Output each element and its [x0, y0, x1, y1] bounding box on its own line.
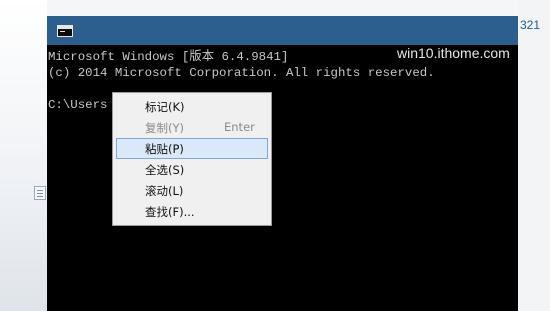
- console-line: Microsoft Windows [版本 6.4.9841]: [48, 50, 289, 64]
- menu-item-find[interactable]: 查找(F)...: [116, 201, 268, 222]
- desktop-background-left: [0, 0, 47, 311]
- menu-item-mark[interactable]: 标记(K): [116, 96, 268, 117]
- window-titlebar[interactable]: [47, 16, 518, 45]
- watermark: win10.ithome.com: [397, 45, 510, 61]
- file-icon[interactable]: [34, 186, 46, 200]
- menu-item-paste[interactable]: 粘贴(P): [116, 138, 268, 159]
- menu-item-label: 全选(S): [145, 163, 185, 177]
- menu-item-select-all[interactable]: 全选(S): [116, 159, 268, 180]
- console-prompt-line: C:\Users: [48, 98, 108, 112]
- partial-window-text: 321: [520, 18, 541, 32]
- context-menu[interactable]: 标记(K) 复制(Y) Enter 粘贴(P) 全选(S) 滚动(L) 查找(F…: [112, 92, 272, 226]
- menu-item-scroll[interactable]: 滚动(L): [116, 180, 268, 201]
- console-app-icon[interactable]: [57, 25, 73, 37]
- menu-item-label: 粘贴(P): [145, 142, 184, 156]
- menu-item-label: 查找(F)...: [145, 205, 195, 219]
- menu-item-label: 复制(Y): [145, 121, 184, 135]
- menu-item-shortcut: Enter: [224, 120, 255, 134]
- menu-item-label: 滚动(L): [145, 184, 184, 198]
- menu-item-copy[interactable]: 复制(Y) Enter: [116, 117, 268, 138]
- desktop-background-right: [518, 0, 550, 311]
- menu-item-label: 标记(K): [145, 100, 185, 114]
- console-line: (c) 2014 Microsoft Corporation. All righ…: [48, 66, 435, 80]
